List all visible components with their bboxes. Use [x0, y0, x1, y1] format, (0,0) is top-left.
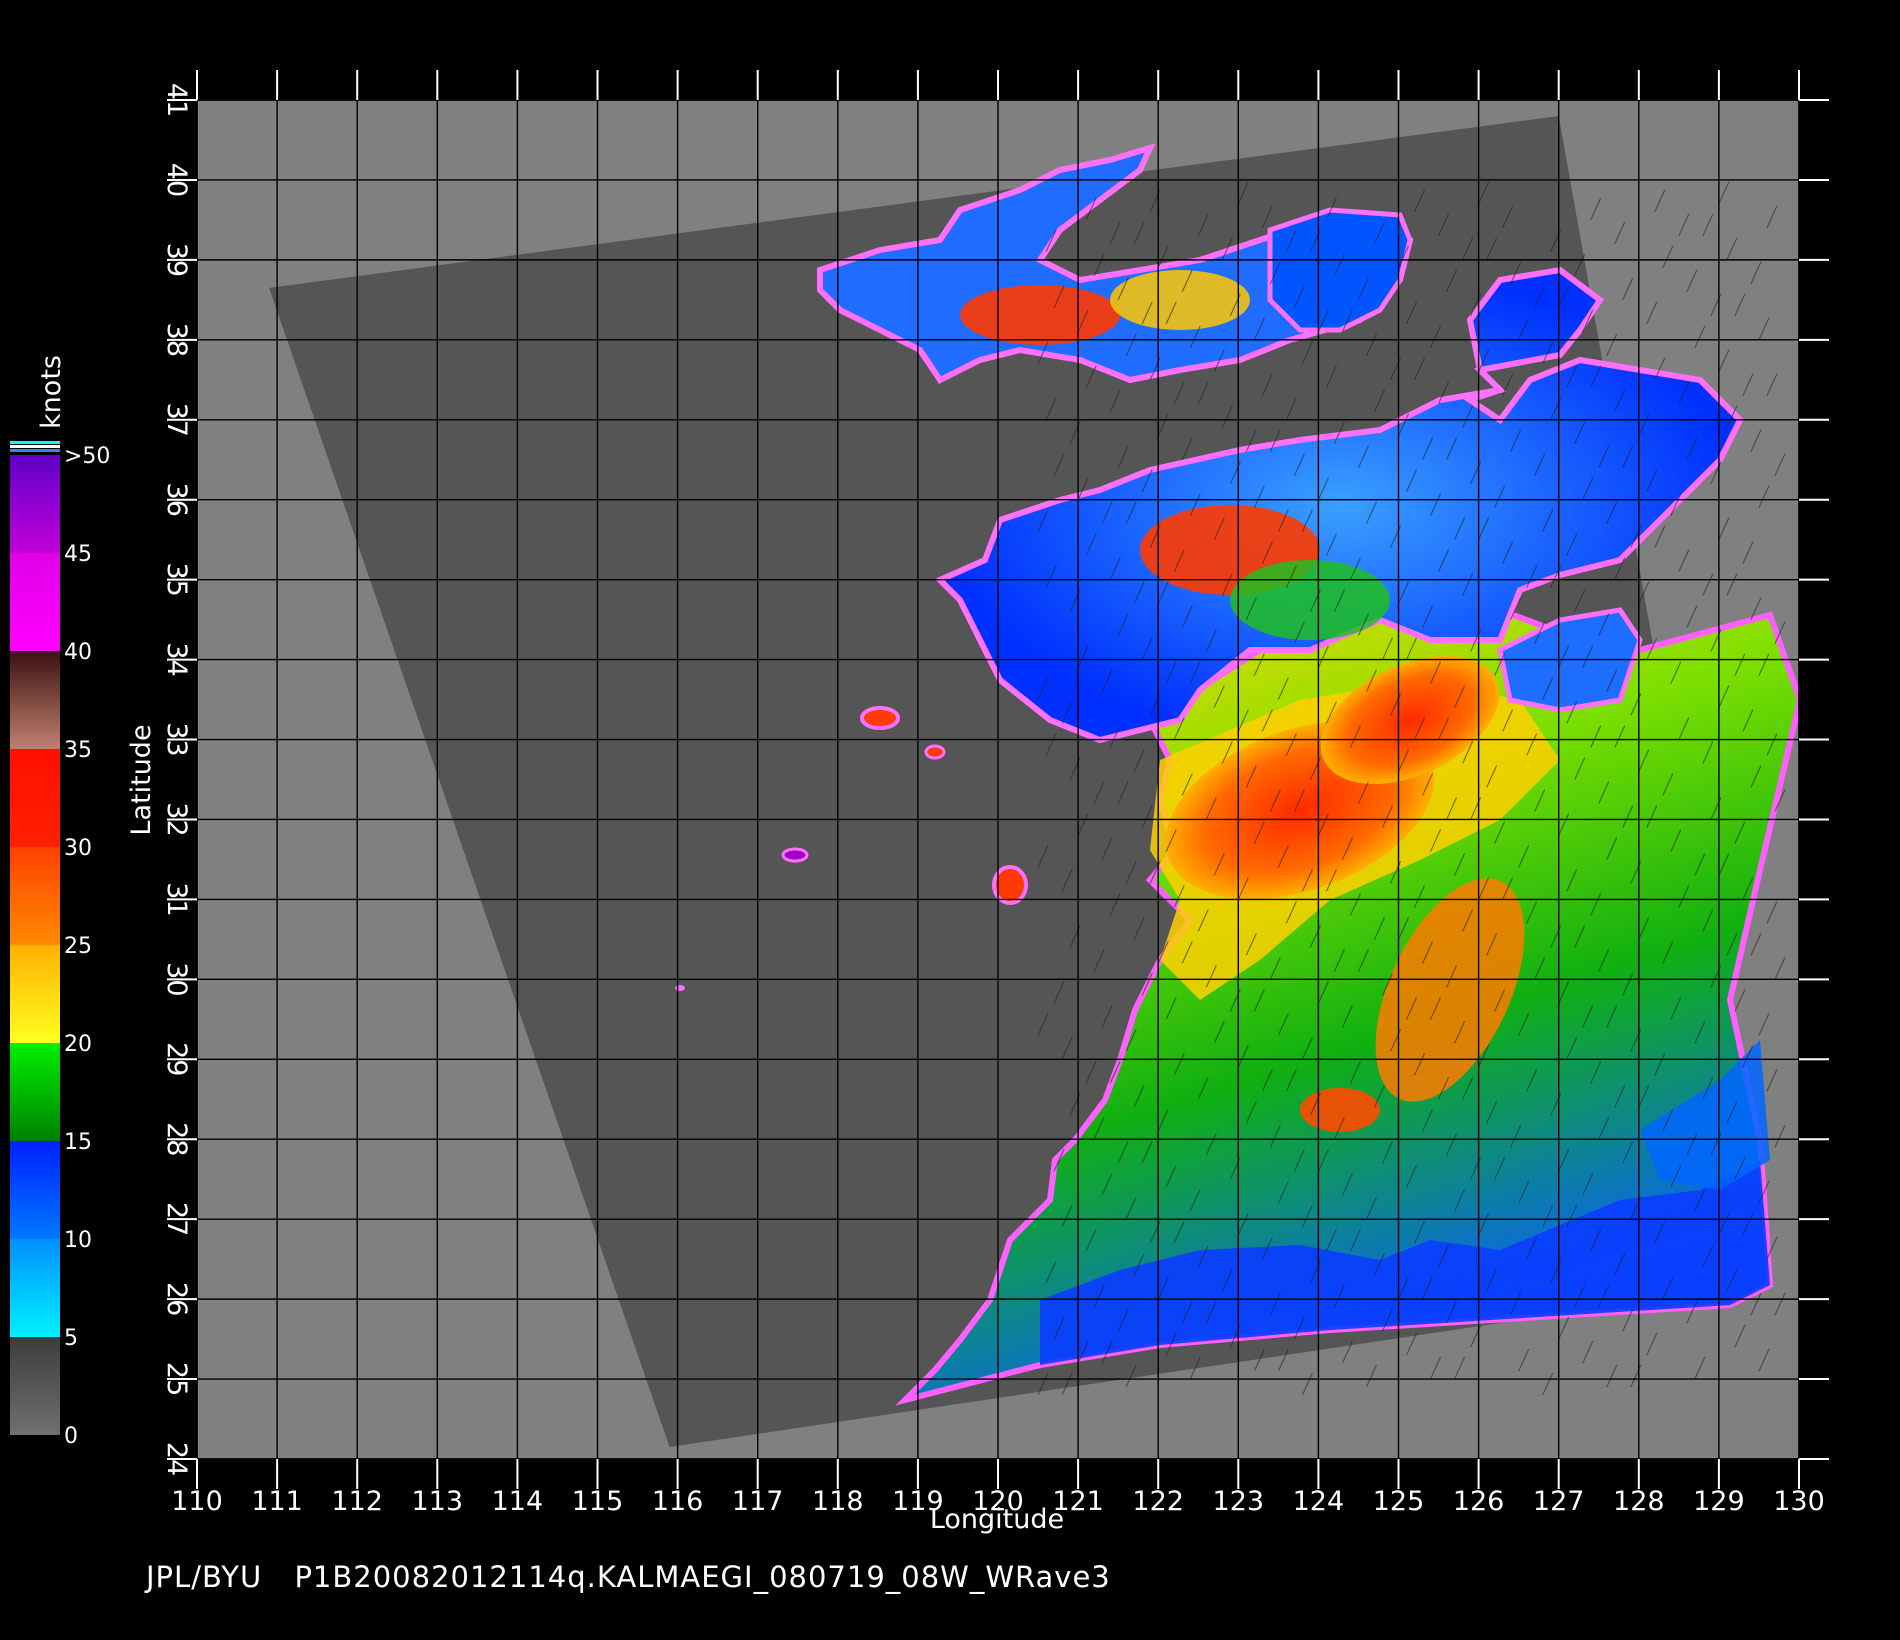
lat-tick-label: 35: [161, 562, 192, 596]
lat-tick-label: 32: [161, 802, 192, 836]
colorbar-cap: [10, 441, 60, 444]
x-axis-label: Longitude: [930, 1504, 1064, 1535]
colorbar-label: 20: [64, 1032, 92, 1057]
lon-tick-label: 117: [732, 1486, 784, 1517]
colorbar-band: [10, 945, 60, 1043]
colorbar-label: 5: [64, 1326, 78, 1351]
colorbar-label: 0: [64, 1424, 78, 1449]
lon-tick-label: 112: [331, 1486, 383, 1517]
colorbar-band: [10, 651, 60, 749]
footer-product: P1B20082012114q.KALMAEGI_080719_08W_WRav…: [294, 1560, 1111, 1594]
colorbar-label: 35: [64, 738, 92, 763]
lat-tick-label: 34: [161, 642, 192, 676]
lat-tick-label: 28: [161, 1122, 192, 1156]
lon-tick-label: 124: [1293, 1486, 1345, 1517]
bohai-yellow-band: [1110, 270, 1250, 330]
colorbar-label: 25: [64, 934, 92, 959]
colorbar-label: >50: [64, 444, 110, 469]
lat-tick-label: 38: [161, 323, 192, 357]
lat-lon-grid: [197, 100, 1799, 1459]
lat-tick-label: 27: [161, 1202, 192, 1236]
lon-tick-label: 114: [492, 1486, 544, 1517]
lon-tick-label: 110: [171, 1486, 223, 1517]
lat-tick-label: 29: [161, 1042, 192, 1076]
colorbar-label: 40: [64, 640, 92, 665]
colorbar-band: [10, 847, 60, 945]
island-2: [924, 744, 946, 760]
colorbar-label: 30: [64, 836, 92, 861]
wind-core-south-2: [1300, 1088, 1380, 1132]
colorbar-band: [10, 1141, 60, 1239]
colorbar-label: 15: [64, 1130, 92, 1155]
lon-tick-label: 127: [1533, 1486, 1585, 1517]
colorbar-band: [10, 1239, 60, 1337]
lat-tick-label: 31: [161, 882, 192, 916]
lon-tick-label: 126: [1453, 1486, 1505, 1517]
lat-tick-label: 33: [161, 722, 192, 756]
lat-tick-label: 26: [161, 1282, 192, 1316]
lon-tick-label: 128: [1613, 1486, 1665, 1517]
lon-tick-label: 129: [1693, 1486, 1745, 1517]
lon-tick-label: 111: [251, 1486, 303, 1517]
footer-source: JPL/BYU: [146, 1560, 263, 1594]
colorbar-cap: [10, 449, 60, 452]
colorbar-band: [10, 749, 60, 847]
lat-tick-label: 39: [161, 243, 192, 277]
y-axis-label: Latitude: [126, 724, 157, 835]
lon-tick-label: 116: [652, 1486, 704, 1517]
lon-tick-label: 130: [1773, 1486, 1825, 1517]
colorbar-cap: [10, 445, 60, 448]
lat-tick-label: 36: [161, 483, 192, 517]
lon-tick-label: 118: [812, 1486, 864, 1517]
lat-tick-label: 24: [161, 1442, 192, 1476]
colorbar-band: [10, 553, 60, 651]
lon-tick-label: 123: [1213, 1486, 1265, 1517]
bohai-red-core: [960, 285, 1120, 345]
lon-tick-label: 122: [1132, 1486, 1184, 1517]
yellow-sea-green: [1230, 560, 1390, 640]
wind-map-figure: 110 111 112 113 114 115 116 117 118 119 120 121 122 1…: [10, 70, 1829, 1535]
lat-tick-labels: 24 25 26 27 28 29 30 31 32 33 34 35 36 37 38 39 40 41: [161, 83, 192, 1476]
colorbar-band: [10, 455, 60, 553]
colorbar-band: [10, 1337, 60, 1435]
lat-tick-label: 40: [161, 163, 192, 197]
colorbar: >50 45 40 35 30 25 20 15 10 5 0: [10, 441, 110, 1449]
lat-tick-label: 30: [161, 962, 192, 996]
footer: JPL/BYU P1B20082012114q.KALMAEGI_080719_…: [146, 1560, 1133, 1594]
island-3: [781, 847, 809, 863]
colorbar-unit-label: knots: [36, 355, 67, 429]
lat-tick-label: 25: [161, 1362, 192, 1396]
colorbar-band: [10, 1043, 60, 1141]
island-1: [860, 706, 900, 730]
lat-tick-label: 41: [161, 83, 192, 117]
island-5: [675, 985, 685, 991]
island-4: [992, 865, 1028, 905]
colorbar-label: 10: [64, 1228, 92, 1253]
lat-tick-label: 37: [161, 403, 192, 437]
lon-tick-label: 125: [1373, 1486, 1425, 1517]
lon-tick-label: 113: [412, 1486, 464, 1517]
colorbar-label: 45: [64, 542, 92, 567]
lon-tick-label: 115: [572, 1486, 624, 1517]
